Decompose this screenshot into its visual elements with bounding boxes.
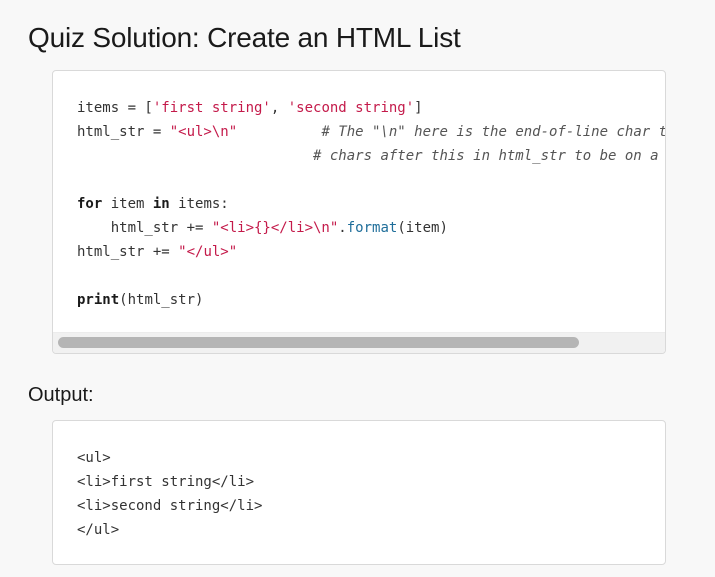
keyword: for	[77, 196, 103, 212]
string-literal: 'second string'	[287, 100, 415, 116]
code-token: ,	[270, 100, 288, 116]
output-block: <ul> <li>first string</li> <li>second st…	[52, 420, 666, 565]
method-name: format	[346, 220, 398, 236]
output-line: <li>first string</li>	[77, 474, 255, 490]
code-line-4: for item in items:	[77, 196, 229, 212]
code-token: html_str +=	[77, 220, 212, 236]
code-comment: # The "\n" here is the end-of-line char …	[321, 124, 665, 140]
code-line-7: print(html_str)	[77, 292, 203, 308]
code-token: ]	[414, 100, 423, 116]
code-token: (html_str)	[119, 292, 204, 308]
horizontal-scrollbar[interactable]	[53, 332, 665, 353]
code-line-6: html_str += "</ul>"	[77, 244, 237, 260]
output-line: <li>second string</li>	[77, 498, 263, 514]
code-line-1: items = ['first string', 'second string'…	[77, 100, 423, 116]
page-title: Quiz Solution: Create an HTML List	[28, 22, 461, 53]
string-literal: "<li>{}</li>\n"	[211, 220, 339, 236]
output-line: <ul>	[77, 450, 111, 466]
code-token: items:	[169, 196, 229, 212]
code-token: html_str +=	[77, 244, 179, 260]
code-block: items = ['first string', 'second string'…	[52, 70, 666, 354]
code-line-5: html_str += "<li>{}</li>\n".format(item)	[77, 220, 448, 236]
code-comment: # chars after this in html_str to be on …	[313, 148, 659, 164]
code-text: items = ['first string', 'second string'…	[53, 71, 665, 312]
code-token: items = [	[77, 100, 153, 116]
output-heading: Output:	[28, 384, 94, 406]
code-viewport: items = ['first string', 'second string'…	[53, 71, 665, 333]
code-line-3: # chars after this in html_str to be on …	[77, 148, 665, 164]
output-line: </ul>	[77, 522, 120, 538]
keyword: print	[77, 292, 120, 308]
keyword: in	[152, 196, 170, 212]
code-token: html_str =	[77, 124, 170, 140]
scrollbar-thumb[interactable]	[58, 337, 579, 348]
code-token: item	[102, 196, 153, 212]
string-literal: "</ul>"	[178, 244, 238, 260]
code-token: (item)	[397, 220, 448, 236]
string-literal: "<ul>\n"	[169, 124, 238, 140]
code-token: .	[338, 220, 347, 236]
string-literal: 'first string'	[152, 100, 271, 116]
code-line-2: html_str = "<ul>\n" # The "\n" here is t…	[77, 124, 665, 140]
output-text: <ul> <li>first string</li> <li>second st…	[53, 421, 665, 542]
